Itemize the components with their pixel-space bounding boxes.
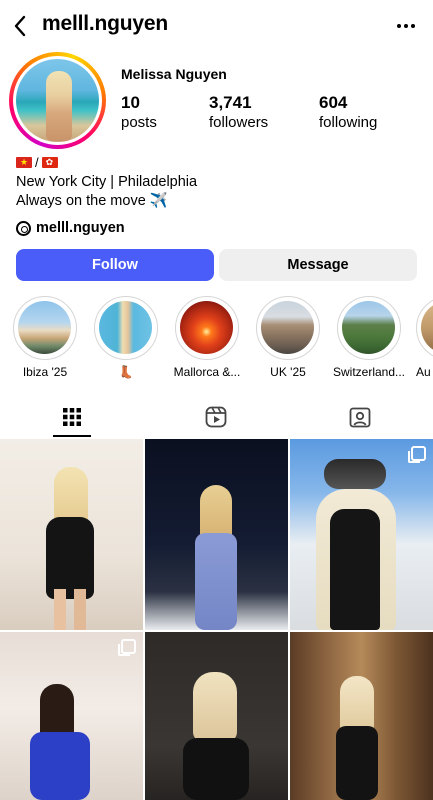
active-tab-indicator bbox=[53, 435, 91, 437]
tab-reels[interactable] bbox=[144, 396, 288, 438]
post-thumbnail[interactable] bbox=[0, 632, 143, 800]
profile-username: melll.nguyen bbox=[42, 12, 168, 35]
tagged-icon bbox=[349, 407, 371, 428]
highlight-label: Ibiza '25 bbox=[22, 365, 68, 379]
highlight-label: UK '25 bbox=[270, 365, 306, 379]
message-button[interactable]: Message bbox=[219, 249, 417, 281]
followers-count[interactable]: 3,741 followers bbox=[209, 93, 268, 131]
threads-link[interactable]: melll.nguyen bbox=[16, 220, 125, 236]
carousel-icon bbox=[118, 639, 136, 656]
reels-icon bbox=[205, 406, 227, 428]
bio-line-location: New York City | Philadelphia bbox=[16, 174, 198, 190]
top-bar: melll.nguyen bbox=[0, 0, 433, 52]
tab-posts-grid[interactable] bbox=[0, 396, 144, 438]
highlight-item[interactable]: Mallorca &... bbox=[167, 296, 247, 379]
posts-count[interactable]: 10 posts bbox=[121, 93, 157, 131]
post-thumbnail[interactable] bbox=[290, 439, 433, 630]
post-thumbnail[interactable] bbox=[290, 632, 433, 800]
highlight-label: Switzerland... bbox=[332, 365, 406, 379]
follow-button[interactable]: Follow bbox=[16, 249, 214, 281]
chevron-left-icon[interactable] bbox=[8, 12, 32, 40]
post-thumbnail[interactable] bbox=[145, 439, 288, 630]
bio-flags: ★ / ✿ bbox=[16, 155, 58, 170]
profile-tabs bbox=[0, 396, 433, 438]
threads-handle: melll.nguyen bbox=[36, 220, 125, 236]
story-highlights: Ibiza '25 👢 Mallorca &... UK '25 Switzer… bbox=[0, 296, 433, 386]
highlight-thumbnail bbox=[18, 301, 71, 354]
highlight-thumbnail bbox=[421, 301, 433, 354]
profile-full-name: Melissa Nguyen bbox=[121, 66, 227, 82]
threads-icon bbox=[16, 220, 31, 236]
vietnam-flag-icon: ★ bbox=[16, 157, 32, 168]
tab-tagged[interactable] bbox=[288, 396, 432, 438]
avatar-story-ring[interactable] bbox=[9, 52, 106, 149]
post-thumbnail[interactable] bbox=[145, 632, 288, 800]
highlight-thumbnail bbox=[180, 301, 233, 354]
flags-separator: / bbox=[35, 155, 39, 170]
following-count[interactable]: 604 following bbox=[319, 93, 377, 131]
carousel-icon bbox=[408, 446, 426, 463]
posts-grid bbox=[0, 439, 433, 800]
hong-kong-flag-icon: ✿ bbox=[41, 157, 58, 168]
highlight-label: Mallorca &... bbox=[173, 365, 241, 379]
post-thumbnail[interactable] bbox=[0, 439, 143, 630]
highlight-item[interactable]: Switzerland... bbox=[329, 296, 409, 379]
highlight-thumbnail bbox=[342, 301, 395, 354]
grid-icon bbox=[63, 408, 81, 426]
highlight-thumbnail bbox=[99, 301, 152, 354]
highlight-item[interactable]: Au bbox=[408, 296, 433, 379]
bio-line-tagline: Always on the move ✈️ bbox=[16, 193, 168, 209]
highlight-label: 👢 bbox=[118, 365, 134, 379]
more-horizontal-icon[interactable] bbox=[393, 14, 419, 38]
highlight-label: Au bbox=[416, 365, 431, 379]
highlight-thumbnail bbox=[261, 301, 314, 354]
highlight-item[interactable]: UK '25 bbox=[248, 296, 328, 379]
highlight-item[interactable]: Ibiza '25 bbox=[5, 296, 85, 379]
highlight-item[interactable]: 👢 bbox=[86, 296, 166, 379]
avatar bbox=[16, 59, 99, 142]
